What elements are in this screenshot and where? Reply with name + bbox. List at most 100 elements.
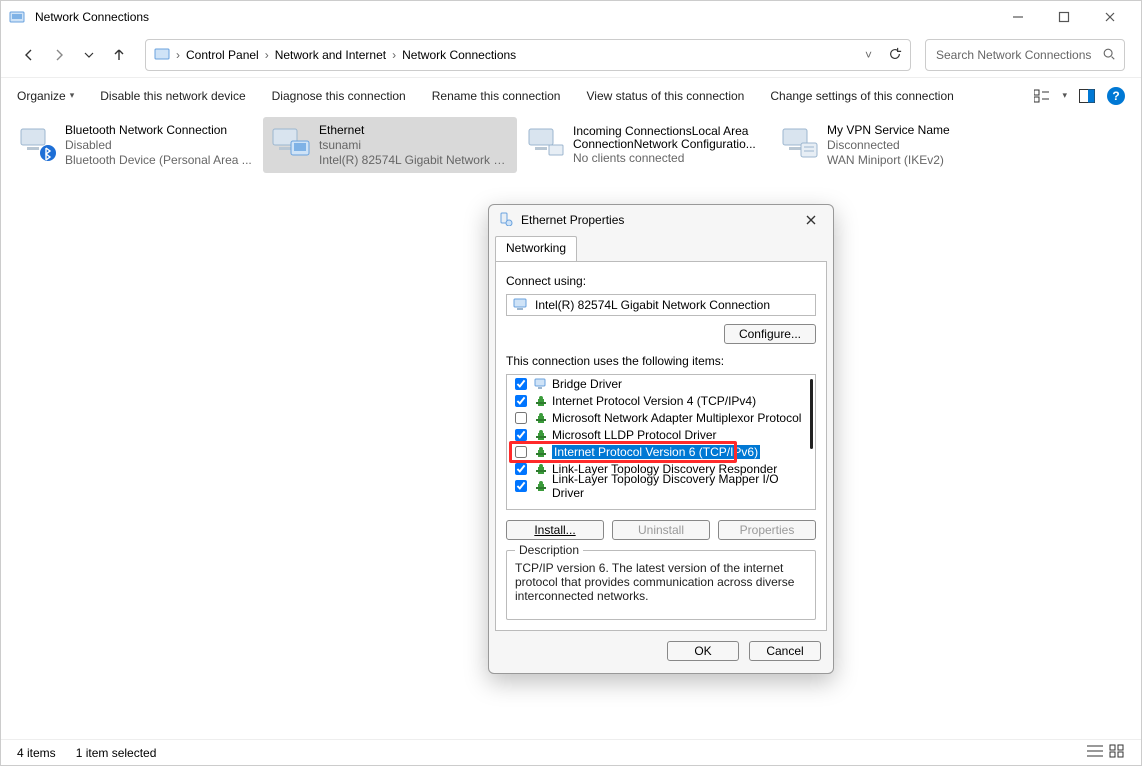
status-bar: 4 items 1 item selected xyxy=(1,739,1141,765)
explorer-window: Network Connections › Control Panel › Ne… xyxy=(0,0,1142,766)
properties-button[interactable]: Properties xyxy=(718,520,816,540)
protocol-icon xyxy=(534,463,548,475)
component-item[interactable]: Microsoft Network Adapter Multiplexor Pr… xyxy=(507,409,815,426)
component-label: Bridge Driver xyxy=(552,377,622,391)
tab-networking[interactable]: Networking xyxy=(495,236,577,262)
protocol-icon xyxy=(534,395,548,407)
monitor-icon xyxy=(534,378,548,390)
address-icon xyxy=(154,46,170,65)
install-button[interactable]: Install... xyxy=(506,520,604,540)
adapter-field[interactable]: Intel(R) 82574L Gigabit Network Connecti… xyxy=(506,294,816,316)
details-view-button[interactable] xyxy=(1087,744,1103,761)
component-checkbox[interactable] xyxy=(515,429,527,441)
view-status-button[interactable]: View status of this connection xyxy=(586,89,744,103)
window-title: Network Connections xyxy=(35,10,995,24)
component-item[interactable]: Internet Protocol Version 6 (TCP/IPv6) xyxy=(507,443,815,460)
description-text: TCP/IP version 6. The latest version of … xyxy=(515,561,794,603)
selection-count: 1 item selected xyxy=(76,746,157,760)
connection-item-incoming[interactable]: Incoming Connections​Local Area Connecti… xyxy=(517,117,771,173)
connection-item-bluetooth[interactable]: Bluetooth Network Connection Disabled Bl… xyxy=(9,117,263,173)
large-icons-view-button[interactable] xyxy=(1109,744,1125,761)
component-checkbox[interactable] xyxy=(515,395,527,407)
items-label: This connection uses the following items… xyxy=(506,354,816,368)
connections-view: Bluetooth Network Connection Disabled Bl… xyxy=(1,113,1141,177)
component-item[interactable]: Bridge Driver xyxy=(507,375,815,392)
search-input[interactable] xyxy=(934,47,1096,63)
connect-using-label: Connect using: xyxy=(506,274,816,288)
component-checkbox[interactable] xyxy=(515,446,527,458)
dialog-tabs: Networking xyxy=(489,235,833,261)
connection-device: Intel(R) 82574L Gigabit Network C... xyxy=(319,153,511,168)
dialog-close-button[interactable] xyxy=(799,208,823,232)
app-icon xyxy=(9,9,25,25)
adapter-icon xyxy=(513,297,529,314)
component-checkbox[interactable] xyxy=(515,463,527,475)
ethernet-properties-dialog: Ethernet Properties Networking Connect u… xyxy=(488,204,834,674)
component-item[interactable]: Internet Protocol Version 4 (TCP/IPv4) xyxy=(507,392,815,409)
nav-row: › Control Panel › Network and Internet ›… xyxy=(1,33,1141,77)
disable-device-button[interactable]: Disable this network device xyxy=(100,89,245,103)
component-checkbox[interactable] xyxy=(515,378,527,390)
preview-pane-button[interactable] xyxy=(1077,86,1097,106)
address-dropdown-icon[interactable]: ˅ xyxy=(865,48,872,62)
back-button[interactable] xyxy=(17,43,41,67)
up-button[interactable] xyxy=(107,43,131,67)
connection-status: Disabled xyxy=(65,138,252,153)
connection-name: Incoming Connections​Local Area Connecti… xyxy=(573,125,765,151)
breadcrumb[interactable]: Control Panel xyxy=(186,48,259,62)
scrollbar-thumb[interactable] xyxy=(810,379,813,449)
components-listbox[interactable]: Bridge DriverInternet Protocol Version 4… xyxy=(506,374,816,510)
close-button[interactable] xyxy=(1087,1,1133,33)
component-label: Link-Layer Topology Discovery Mapper I/O… xyxy=(552,472,811,500)
description-group: Description TCP/IP version 6. The latest… xyxy=(506,550,816,620)
cancel-button[interactable]: Cancel xyxy=(749,641,821,661)
adapter-name: Intel(R) 82574L Gigabit Network Connecti… xyxy=(535,298,770,312)
connection-name: Bluetooth Network Connection xyxy=(65,123,252,138)
search-icon xyxy=(1102,47,1116,64)
dialog-icon xyxy=(499,212,513,229)
component-checkbox[interactable] xyxy=(515,480,527,492)
dialog-title: Ethernet Properties xyxy=(521,213,791,227)
rename-button[interactable]: Rename this connection xyxy=(432,89,561,103)
item-count: 4 items xyxy=(17,746,56,760)
minimize-button[interactable] xyxy=(995,1,1041,33)
search-box[interactable] xyxy=(925,39,1125,71)
connection-status: tsunami xyxy=(319,138,511,153)
network-adapter-icon xyxy=(269,121,313,165)
component-item[interactable]: Microsoft LLDP Protocol Driver xyxy=(507,426,815,443)
address-bar[interactable]: › Control Panel › Network and Internet ›… xyxy=(145,39,911,71)
protocol-icon xyxy=(534,429,548,441)
configure-button[interactable]: Configure... xyxy=(724,324,816,344)
breadcrumb[interactable]: Network and Internet xyxy=(275,48,386,62)
component-label: Microsoft LLDP Protocol Driver xyxy=(552,428,717,442)
change-settings-button[interactable]: Change settings of this connection xyxy=(770,89,953,103)
component-item[interactable]: Link-Layer Topology Discovery Mapper I/O… xyxy=(507,477,815,494)
help-button[interactable]: ? xyxy=(1107,87,1125,105)
component-checkbox[interactable] xyxy=(515,412,527,424)
breadcrumb[interactable]: Network Connections xyxy=(402,48,516,62)
dialog-body: Connect using: Intel(R) 82574L Gigabit N… xyxy=(495,261,827,631)
description-label: Description xyxy=(515,543,583,557)
connection-device: WAN Miniport (IKEv2) xyxy=(827,153,950,168)
connection-status: No clients connected xyxy=(573,151,765,166)
recent-button[interactable] xyxy=(77,43,101,67)
connection-item-vpn[interactable]: My VPN Service Name Disconnected WAN Min… xyxy=(771,117,1025,173)
view-options-button[interactable] xyxy=(1032,86,1052,106)
maximize-button[interactable] xyxy=(1041,1,1087,33)
organize-menu[interactable]: Organize▾ xyxy=(17,89,74,103)
connection-device: Bluetooth Device (Personal Area ... xyxy=(65,153,252,168)
protocol-icon xyxy=(534,480,548,492)
network-adapter-icon xyxy=(777,121,821,165)
forward-button[interactable] xyxy=(47,43,71,67)
connection-item-ethernet[interactable]: Ethernet tsunami Intel(R) 82574L Gigabit… xyxy=(263,117,517,173)
refresh-button[interactable] xyxy=(888,47,902,64)
connection-status: Disconnected xyxy=(827,138,950,153)
network-adapter-icon xyxy=(15,121,59,165)
uninstall-button[interactable]: Uninstall xyxy=(612,520,710,540)
window-buttons xyxy=(995,1,1133,33)
diagnose-button[interactable]: Diagnose this connection xyxy=(272,89,406,103)
ok-button[interactable]: OK xyxy=(667,641,739,661)
protocol-icon xyxy=(534,446,548,458)
protocol-icon xyxy=(534,412,548,424)
component-label: Microsoft Network Adapter Multiplexor Pr… xyxy=(552,411,801,425)
